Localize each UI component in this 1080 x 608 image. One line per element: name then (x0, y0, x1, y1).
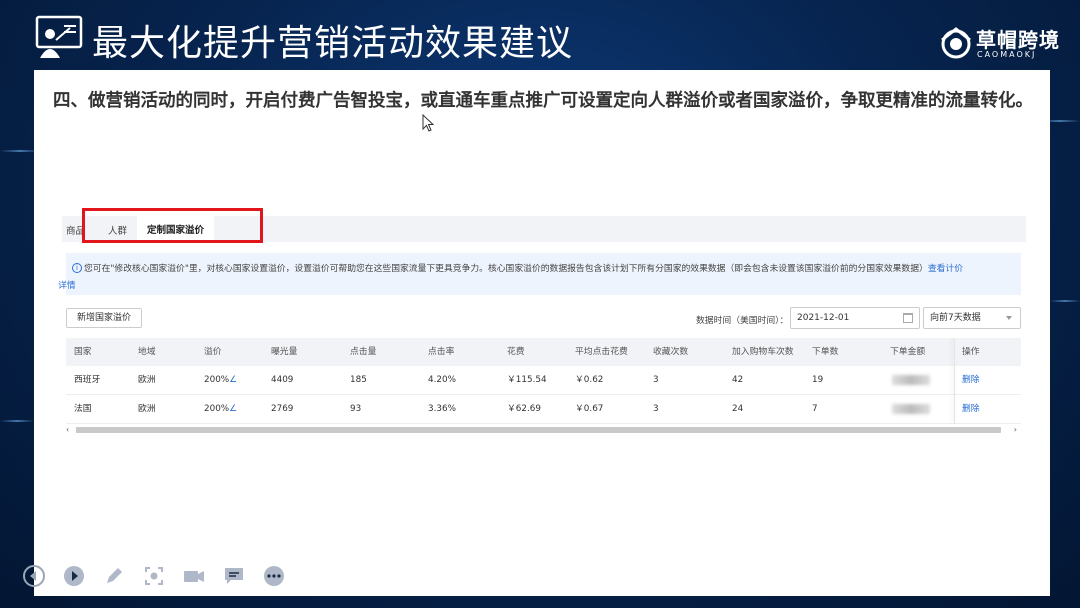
country-premium-table: 国家 地域 溢价 曝光量 点击量 点击率 花费 平均点击花费 收藏次数 加入购物… (66, 338, 1021, 424)
cell-impressions: 2769 (271, 404, 294, 414)
slide-content: 四、做营销活动的同时，开启付费广告智投宝，或直通车重点推广可设置定向人群溢价或者… (34, 70, 1050, 596)
edit-icon[interactable]: ∠ (229, 375, 237, 385)
premium-value: 200% (204, 404, 230, 414)
delete-link[interactable]: 删除 (962, 366, 980, 394)
cell-ctr: 3.36% (428, 404, 456, 414)
scrollbar-thumb[interactable] (76, 427, 1001, 433)
comment-icon[interactable] (222, 564, 246, 588)
chevron-down-icon (1006, 316, 1012, 320)
info-banner: i 您可在"修改核心国家溢价"里，对核心国家设置溢价，设置溢价可帮助您在这些国家… (58, 253, 1021, 295)
scroll-left-icon[interactable]: ‹ (66, 426, 69, 434)
add-country-premium-button[interactable]: 新增国家溢价 (66, 308, 143, 328)
col-header: 加入购物车次数 (732, 347, 794, 357)
col-header: 平均点击花费 (575, 347, 628, 357)
col-header: 地域 (138, 347, 156, 357)
camera-icon[interactable] (182, 564, 206, 588)
col-header: 操作 (962, 347, 980, 357)
details-link[interactable]: 详情 (58, 281, 76, 291)
col-header: 国家 (74, 347, 92, 357)
cell-premium: 200%∠ (204, 366, 237, 394)
range-select[interactable]: 向前7天数据 (923, 307, 1021, 329)
cell-orders: 7 (812, 404, 818, 414)
table-header: 国家 地域 溢价 曝光量 点击量 点击率 花费 平均点击花费 收藏次数 加入购物… (66, 338, 1021, 366)
prev-icon[interactable] (22, 564, 46, 588)
bg-streak (0, 420, 34, 422)
brand-name-en: CAOMAOKJ (977, 50, 1037, 59)
cell-avg-cpc: ￥0.67 (575, 404, 604, 414)
range-value: 向前7天数据 (930, 313, 981, 323)
date-value: 2021-12-01 (797, 313, 850, 323)
col-header: 点击量 (350, 347, 377, 357)
cell-region: 欧洲 (138, 375, 156, 385)
play-icon[interactable] (62, 564, 86, 588)
table-row: 西班牙 欧洲 200%∠ 4409 185 4.20% ￥115.54 ￥0.6… (66, 366, 1021, 395)
brand-name: 草帽跨境 (976, 28, 1060, 52)
cell-region: 欧洲 (138, 404, 156, 414)
cell-clicks: 185 (350, 375, 367, 385)
slide-title: 最大化提升营销活动效果建议 (92, 23, 574, 64)
cell-favorites: 3 (653, 404, 659, 414)
cell-premium: 200%∠ (204, 395, 237, 423)
table-row: 法国 欧洲 200%∠ 2769 93 3.36% ￥62.69 ￥0.67 3… (66, 395, 1021, 424)
date-picker[interactable]: 2021-12-01 (790, 307, 920, 329)
presentation-icon (35, 15, 83, 58)
highlight-box (82, 208, 263, 243)
cell-cost: ￥115.54 (507, 375, 547, 385)
cell-country: 法国 (74, 404, 92, 414)
cell-favorites: 3 (653, 375, 659, 385)
slide-header: 最大化提升营销活动效果建议 草帽跨境 CAOMAOKJ (0, 0, 1080, 70)
col-header: 溢价 (204, 347, 222, 357)
date-label: 数据时间（美国时间）： (696, 316, 789, 326)
col-header: 下单数 (812, 347, 839, 357)
horizontal-scrollbar[interactable]: ‹ › (66, 425, 1021, 435)
col-header: 收藏次数 (653, 347, 689, 357)
bg-streak (1050, 300, 1080, 302)
scroll-right-icon[interactable]: › (1014, 426, 1017, 434)
screenshot-icon[interactable] (142, 564, 166, 588)
col-header: 下单金额 (890, 347, 926, 357)
cell-ctr: 4.20% (428, 375, 456, 385)
col-header: 曝光量 (271, 347, 298, 357)
cell-clicks: 93 (350, 404, 362, 414)
cell-impressions: 4409 (271, 375, 294, 385)
cell-order-amount-redacted (892, 395, 930, 423)
cell-cost: ￥62.69 (507, 404, 541, 414)
pen-icon[interactable] (102, 564, 126, 588)
cell-order-amount-redacted (892, 366, 930, 394)
more-icon[interactable] (262, 564, 286, 588)
cursor-icon (422, 114, 434, 132)
cell-orders: 19 (812, 375, 824, 385)
cell-cart-adds: 42 (732, 375, 744, 385)
cell-cart-adds: 24 (732, 404, 744, 414)
brand-logo-icon (941, 27, 971, 59)
presentation-toolbar (20, 562, 300, 590)
cell-avg-cpc: ￥0.62 (575, 375, 604, 385)
delete-link[interactable]: 删除 (962, 395, 980, 423)
premium-value: 200% (204, 375, 230, 385)
edit-icon[interactable]: ∠ (229, 404, 237, 414)
col-header: 点击率 (428, 347, 455, 357)
cell-country: 西班牙 (74, 375, 101, 385)
col-header: 花费 (507, 347, 525, 357)
pricing-link[interactable]: 查看计价 (928, 264, 963, 274)
info-text: 您可在"修改核心国家溢价"里，对核心国家设置溢价，设置溢价可帮助您在这些国家流量… (84, 264, 928, 274)
fixed-column-divider (954, 338, 955, 424)
calendar-icon (903, 313, 913, 323)
slide-heading: 四、做营销活动的同时，开启付费广告智投宝，或直通车重点推广可设置定向人群溢价或者… (53, 91, 1033, 111)
